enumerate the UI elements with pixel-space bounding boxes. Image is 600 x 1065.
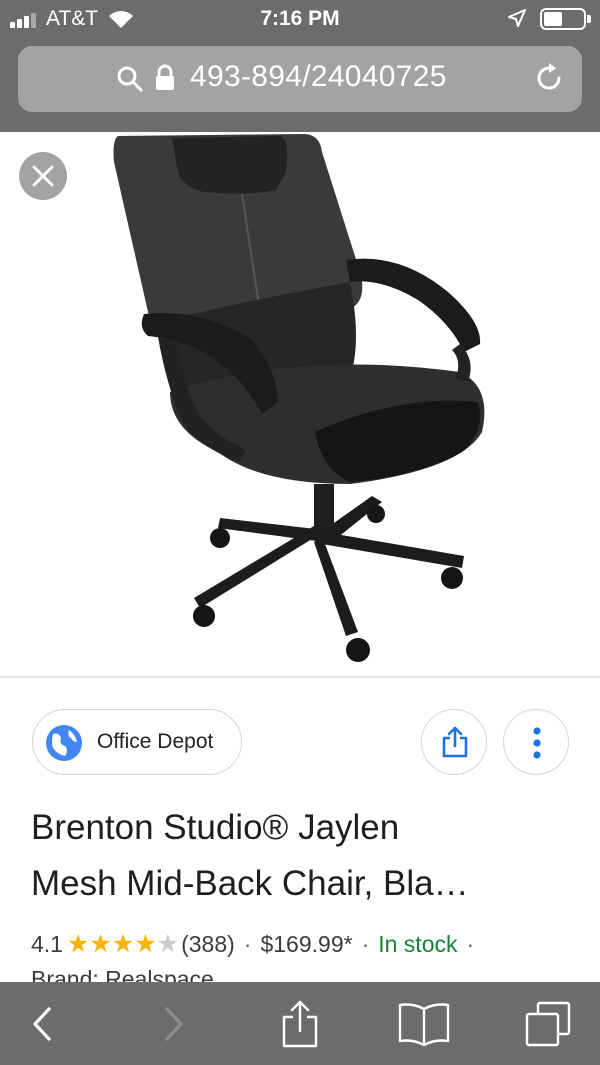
source-name: Office Depot <box>97 730 214 753</box>
close-button[interactable] <box>19 152 67 200</box>
separator-dot: · <box>466 930 475 957</box>
back-button[interactable] <box>14 982 70 1065</box>
star-icon: ★ <box>89 929 112 958</box>
forward-button[interactable] <box>146 982 202 1065</box>
lock-icon <box>156 64 174 90</box>
product-title-line-1: Brenton Studio® Jaylen <box>31 808 400 847</box>
browser-chrome-top: AT&T 7:16 PM 493-894/24040725 <box>0 0 600 132</box>
reload-icon[interactable] <box>532 61 566 95</box>
status-bar: AT&T 7:16 PM <box>0 0 600 38</box>
browser-toolbar <box>0 982 600 1065</box>
close-icon <box>32 165 54 187</box>
product-meta: 4.1 ★ ★ ★ ★ ★ (388) · $169.99* · In stoc… <box>31 928 483 960</box>
back-icon <box>33 1006 51 1041</box>
more-vert-icon <box>533 727 541 759</box>
search-icon <box>117 66 143 92</box>
product-image-office-chair[interactable] <box>100 132 500 676</box>
location-arrow-icon <box>508 9 526 27</box>
share-icon <box>442 726 468 758</box>
star-icon: ★ <box>156 929 180 958</box>
bookmarks-button[interactable] <box>394 982 454 1065</box>
product-title-line-2: Mesh Mid-Back Chair, Bla… <box>31 864 469 903</box>
address-bar[interactable]: 493-894/24040725 <box>18 46 582 112</box>
share-button[interactable] <box>421 709 487 775</box>
globe-icon <box>46 725 82 761</box>
star-icon: ★ <box>66 929 90 958</box>
tabs-button[interactable] <box>520 982 576 1065</box>
tabs-icon <box>525 1001 571 1046</box>
share-icon <box>282 1000 318 1047</box>
bookmarks-icon <box>398 1002 450 1046</box>
more-options-button[interactable] <box>503 709 569 775</box>
url-text: 493-894/24040725 <box>190 60 447 93</box>
product-title[interactable]: Brenton Studio® Jaylen Mesh Mid-Back Cha… <box>31 800 561 912</box>
forward-icon <box>165 1006 183 1041</box>
separator-dot: · <box>243 930 252 957</box>
battery-icon <box>540 8 586 30</box>
availability: In stock <box>378 930 458 957</box>
star-icon: ★ <box>134 929 157 958</box>
price: $169.99* <box>260 930 353 957</box>
star-icon: ★ <box>111 929 135 958</box>
review-count: (388) <box>181 930 235 957</box>
source-chip[interactable]: Office Depot <box>32 709 242 775</box>
separator-dot: · <box>361 930 370 957</box>
rating-stars: ★ ★ ★ ★ ★ <box>66 929 180 958</box>
image-viewer <box>0 132 600 676</box>
divider <box>0 676 600 678</box>
rating-value: 4.1 <box>31 930 63 957</box>
toolbar-share-button[interactable] <box>272 982 328 1065</box>
